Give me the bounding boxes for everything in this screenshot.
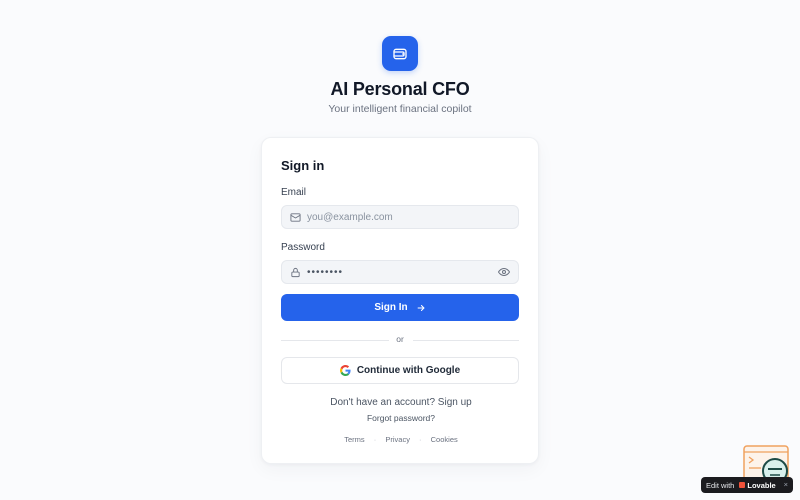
privacy-link[interactable]: Privacy [385, 435, 410, 444]
arrow-right-icon [417, 304, 425, 311]
google-signin-label: Continue with Google [356, 365, 461, 376]
password-input[interactable]: •••••••• [301, 267, 497, 278]
sign-in-button[interactable]: Sign In [281, 294, 519, 321]
wallet-icon [393, 48, 407, 59]
terms-link[interactable]: Terms [344, 435, 364, 444]
footer-separator: · [419, 435, 422, 444]
footer-separator: · [373, 435, 377, 444]
divider-line-right [413, 340, 519, 341]
signin-card: Sign in Email Password •••••••• Sign In [261, 137, 539, 464]
badge-brand: Lovable [747, 480, 776, 490]
cookies-link[interactable]: Cookies [431, 435, 458, 444]
app-title: AI Personal CFO [330, 79, 470, 99]
lock-icon [289, 266, 301, 278]
signin-title: Sign in [281, 158, 325, 173]
signup-link[interactable]: Don't have an account? Sign up [262, 397, 540, 408]
lovable-heart-icon [739, 482, 746, 488]
or-divider: or [281, 334, 519, 346]
badge-prefix: Edit with [706, 480, 735, 490]
password-field[interactable]: •••••••• [281, 260, 519, 284]
google-icon [339, 365, 351, 376]
email-field-wrapper [281, 205, 519, 229]
email-label: Email [281, 187, 307, 198]
mail-icon [289, 211, 301, 223]
password-label: Password [281, 242, 325, 253]
sign-in-button-label: Sign In [374, 302, 408, 313]
edit-with-lovable-badge[interactable]: Edit with Lovable × [701, 477, 793, 493]
footer-links: Terms · Privacy · Cookies [262, 435, 540, 444]
google-signin-button[interactable]: Continue with Google [281, 357, 519, 384]
forgot-password-link[interactable]: Forgot password? [262, 413, 540, 423]
divider-text: or [396, 334, 404, 344]
email-input[interactable] [301, 207, 518, 227]
eye-icon[interactable] [497, 266, 511, 278]
close-icon[interactable]: × [784, 480, 788, 489]
app-logo [382, 36, 418, 71]
app-subtitle: Your intelligent financial copilot [328, 103, 472, 115]
